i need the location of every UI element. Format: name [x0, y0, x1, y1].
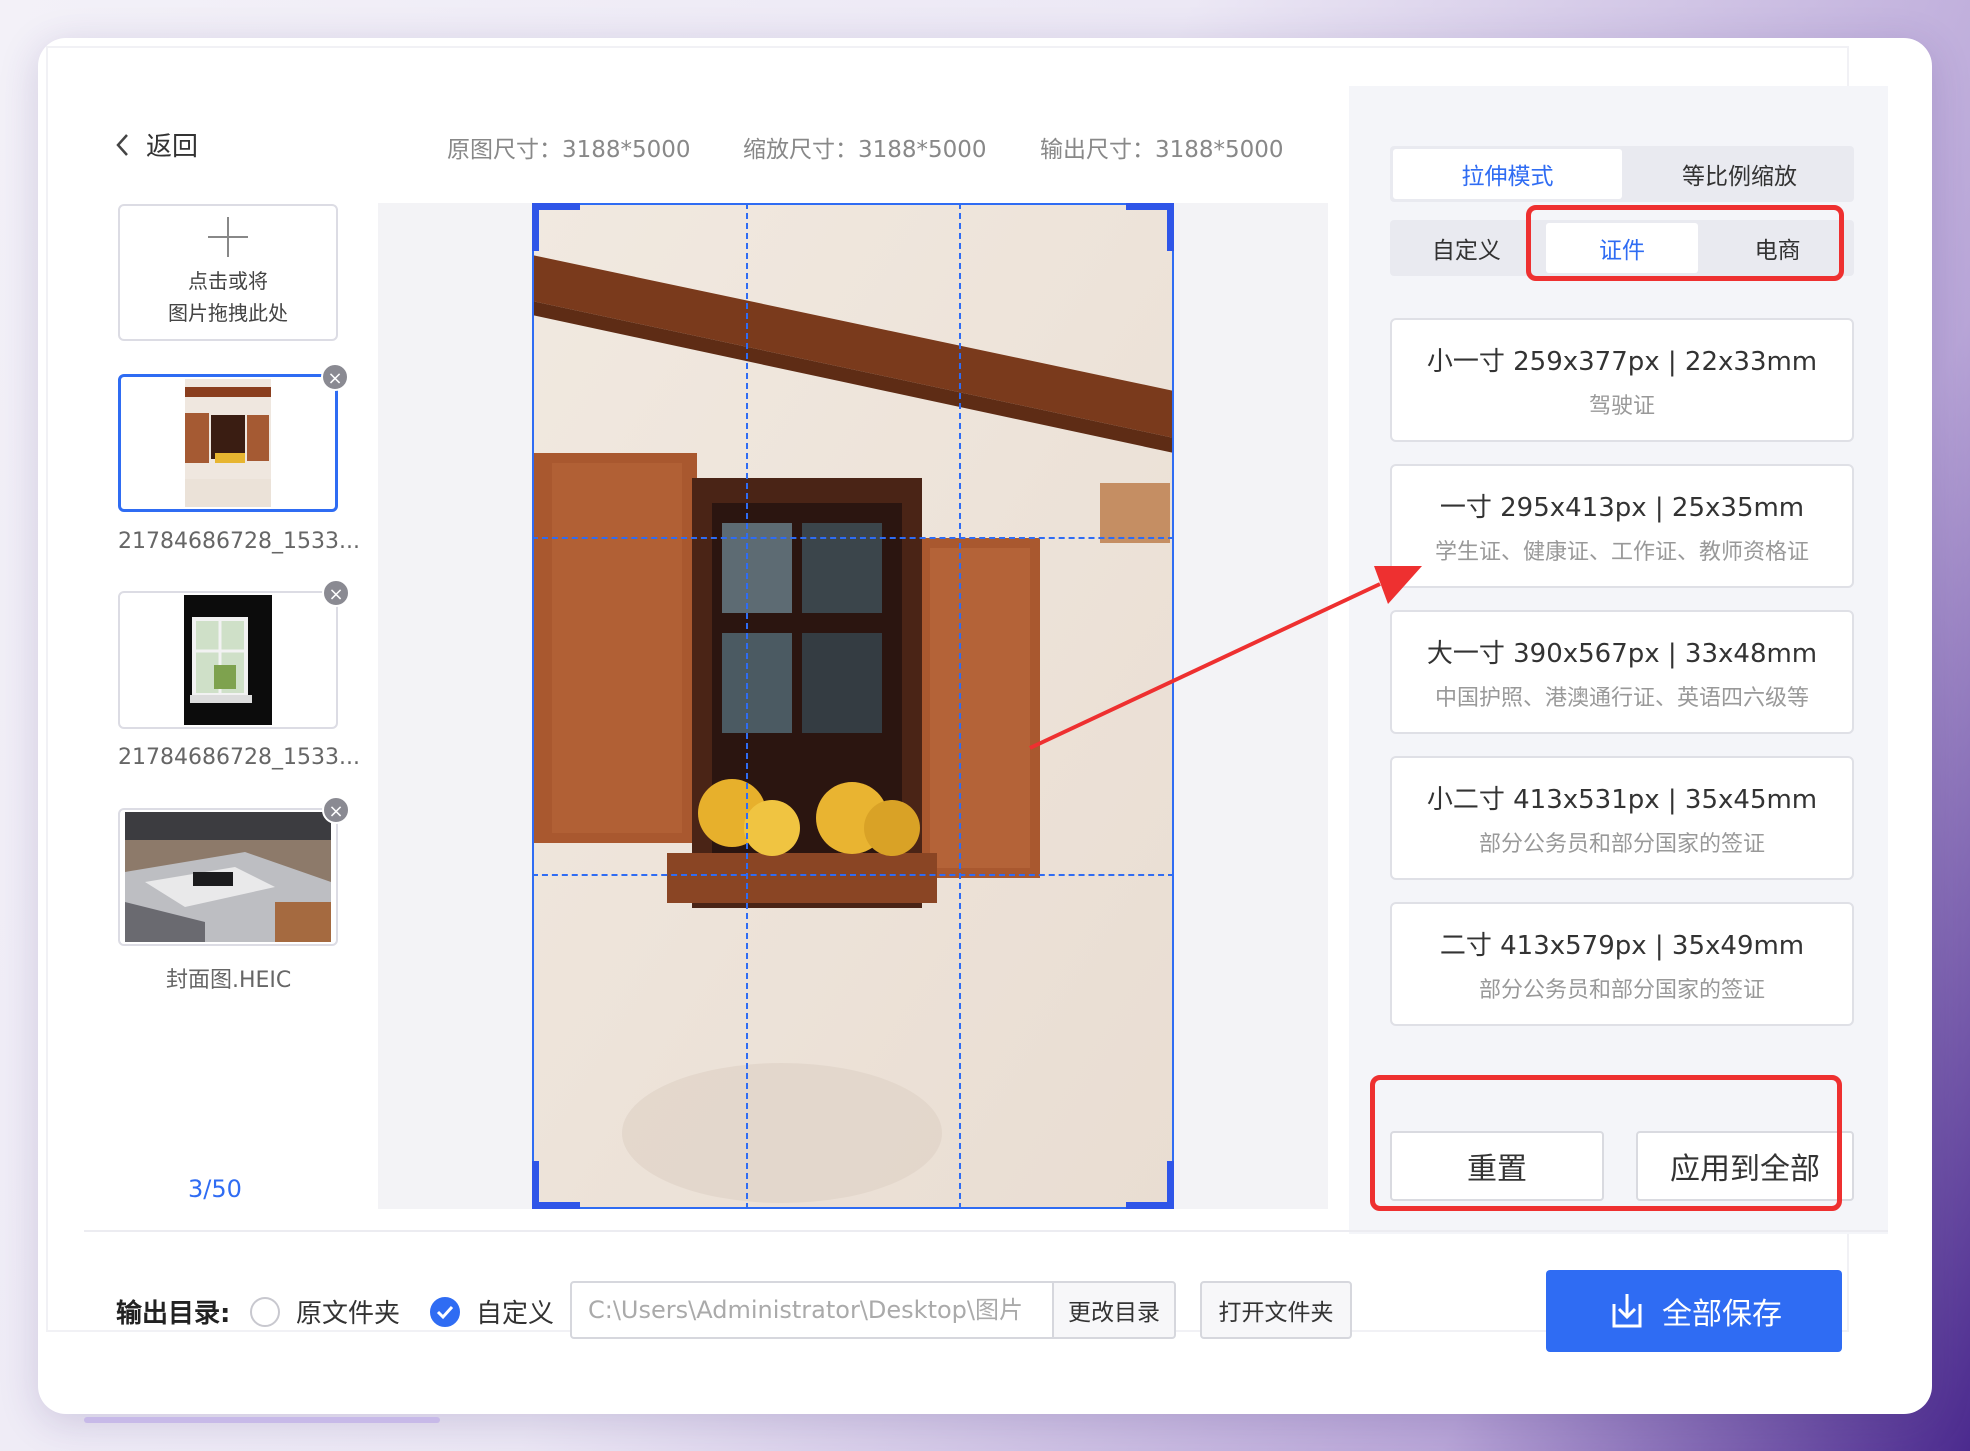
save-all-label: 全部保存 — [1662, 1297, 1782, 1332]
scrollbar[interactable] — [84, 1417, 440, 1423]
save-all-button[interactable]: 全部保存 — [1546, 1270, 1842, 1352]
download-icon — [1612, 1294, 1642, 1328]
output-path-input[interactable]: C:\Users\Administrator\Desktop\图片 — [570, 1281, 1054, 1339]
check-icon — [436, 1305, 454, 1320]
radio-original-folder[interactable] — [250, 1297, 280, 1327]
option-custom-label: 自定义 — [476, 1299, 555, 1329]
change-dir-button[interactable]: 更改目录 — [1052, 1281, 1176, 1339]
annotation-arrow — [1029, 566, 1422, 750]
open-folder-button[interactable]: 打开文件夹 — [1200, 1281, 1352, 1339]
option-original-label: 原文件夹 — [296, 1299, 401, 1329]
radio-custom[interactable] — [430, 1297, 460, 1327]
output-dir-label: 输出目录: — [116, 1299, 231, 1329]
